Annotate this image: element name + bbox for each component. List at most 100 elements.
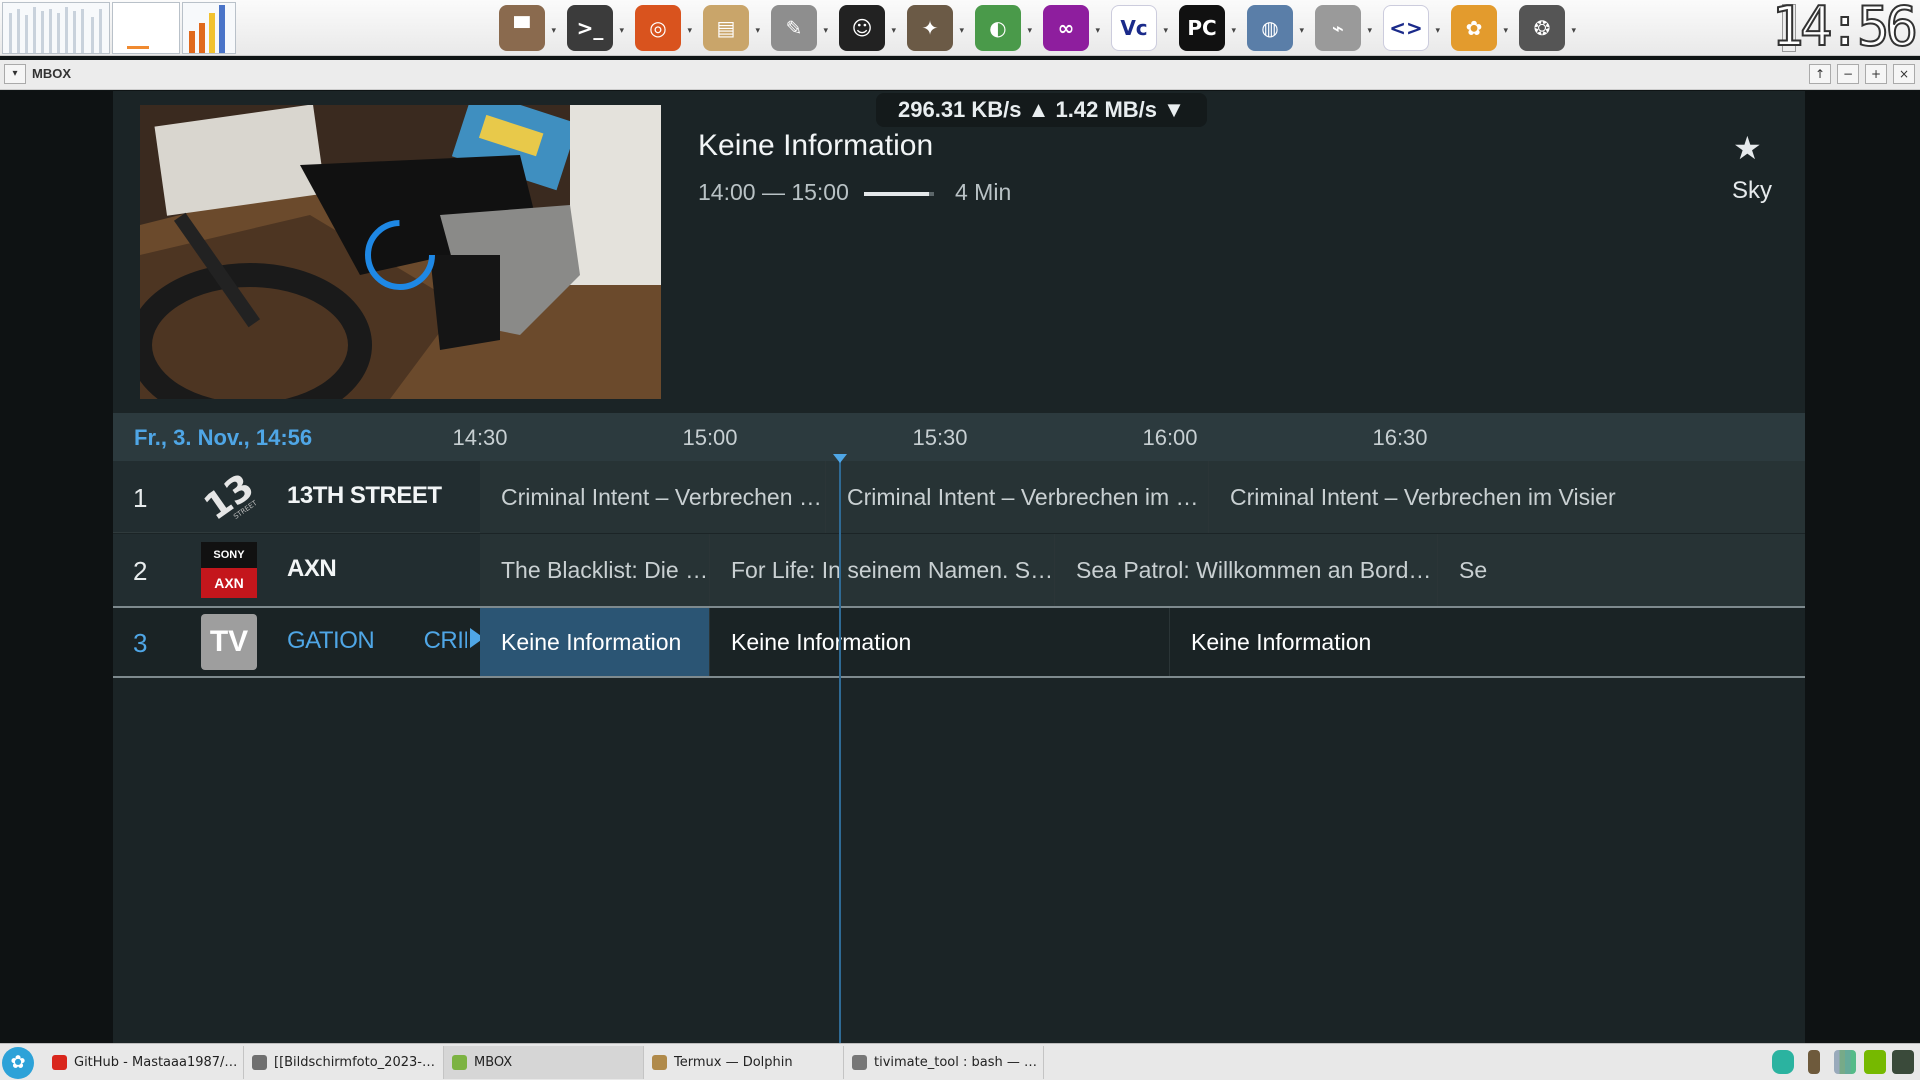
chevron-down-icon[interactable]: ▾ <box>1571 26 1576 36</box>
program-cell[interactable]: Keine Information <box>710 608 1170 676</box>
program-cell[interactable]: Sea Patrol: Willkommen an Bord. S1 E1 <box>1055 534 1438 606</box>
program-remaining: 4 Min <box>955 179 1012 205</box>
program-cell[interactable]: Se <box>1438 534 1805 606</box>
window-close-button[interactable]: × <box>1893 64 1915 84</box>
program-cell[interactable]: Keine Information <box>1170 608 1805 676</box>
time-tick: 16:30 <box>1372 425 1428 450</box>
channel-logo-tv: TV <box>201 614 257 670</box>
launcher-item[interactable]: <> ▾ <box>1372 2 1440 54</box>
start-menu-button[interactable]: ✿ <box>2 1047 34 1079</box>
terminal-icon <box>852 1055 867 1070</box>
program-progress-fill <box>864 192 930 196</box>
task-label: Termux — Dolphin <box>674 1055 793 1070</box>
program-cell[interactable]: Criminal Intent – Verbrechen im Visier: … <box>826 461 1209 533</box>
time-tick: 16:00 <box>1142 425 1198 450</box>
window-titlebar: ▾ MBOX ↑ − + × <box>0 60 1920 90</box>
program-cell-selected[interactable]: Keine Information <box>480 608 710 676</box>
network-graph <box>182 2 236 54</box>
window-menu-button[interactable]: ▾ <box>4 64 26 84</box>
launcher-item[interactable]: Vc ▾ <box>1100 2 1168 54</box>
program-cell[interactable]: Criminal Intent – Verbrechen im Visier <box>1209 461 1805 533</box>
program-cell[interactable]: Criminal Intent – Verbrechen im Visier: … <box>480 461 826 533</box>
film-reel-icon: ❂ <box>1519 5 1565 51</box>
tray-display-icon[interactable] <box>1892 1050 1914 1074</box>
code-icon: <> <box>1383 5 1429 51</box>
task-button[interactable]: [[Bildschirmfoto_2023-11… <box>244 1046 444 1079</box>
infinity-icon: ∞ <box>1043 5 1089 51</box>
star-icon[interactable]: ★ <box>1733 129 1762 167</box>
launcher-item[interactable]: ✿ ▾ <box>1440 2 1508 54</box>
mascot-icon: ✿ <box>1451 5 1497 51</box>
window-minimize-button[interactable]: − <box>1837 64 1859 84</box>
taskbar: ✿ GitHub - Mastaaa1987/va… [[Bildschirmf… <box>0 1043 1920 1080</box>
current-time-marker <box>833 454 847 463</box>
logo-text-top: SONY <box>201 542 257 568</box>
browser-icon <box>52 1055 67 1070</box>
tray-network-icon[interactable] <box>1834 1050 1856 1074</box>
folder-icon <box>652 1055 667 1070</box>
android-icon <box>452 1055 467 1070</box>
guide-date: Fr., 3. Nov., 14:56 <box>134 425 313 450</box>
channel-row-selected[interactable]: 3 TV GATION CRIME Keine Information Kein… <box>113 606 1805 678</box>
time-tick: 14:30 <box>452 425 508 450</box>
vnc-icon: Vc <box>1111 5 1157 51</box>
disk-icon: ◎ <box>635 5 681 51</box>
program-cell[interactable]: The Blacklist: Die Fron… <box>480 534 710 606</box>
launcher-item[interactable]: ❂ ▾ <box>1508 2 1576 54</box>
favorite-group-label[interactable]: Sky <box>1732 177 1772 205</box>
time-header: Fr., 3. Nov., 14:56 14:30 15:00 15:30 16… <box>113 413 1805 461</box>
launcher-item[interactable]: ▀ ▾ <box>488 2 556 54</box>
launcher-item[interactable]: ∞ ▾ <box>1032 2 1100 54</box>
window-maximize-button[interactable]: + <box>1865 64 1887 84</box>
tray-nvidia-icon[interactable] <box>1864 1050 1886 1074</box>
terminal-icon: >_ <box>567 5 613 51</box>
channel-row[interactable]: 1 13 STREET 13TH STREET Criminal Intent … <box>113 461 1805 533</box>
program-progress-bar <box>864 192 934 196</box>
launcher-item[interactable]: PC ▾ <box>1168 2 1236 54</box>
file-manager-icon: ▀ <box>499 5 545 51</box>
tray-status-icon[interactable] <box>1772 1050 1794 1074</box>
memory-graph <box>112 2 180 54</box>
tv-guide: 296.31 KB/s ▲ 1.42 MB/s ▼ Keine Informat… <box>113 91 1805 1043</box>
channel-name: GATION CRIME <box>287 627 467 654</box>
channel-name-marquee: GATION CRIME <box>287 608 467 676</box>
penguin-icon: ☺ <box>839 5 885 51</box>
time-tick: 15:30 <box>912 425 968 450</box>
task-button[interactable]: GitHub - Mastaaa1987/va… <box>44 1046 244 1079</box>
task-label: [[Bildschirmfoto_2023-11… <box>274 1055 444 1070</box>
launcher-item[interactable]: ◎ ▾ <box>624 2 692 54</box>
launcher-item[interactable]: ☺ ▾ <box>828 2 896 54</box>
video-frame-image <box>140 105 661 399</box>
channel-logo-13th-street: 13 STREET <box>197 466 262 528</box>
launcher-item[interactable]: ▤ ▾ <box>692 2 760 54</box>
pycharm-icon: PC <box>1179 5 1225 51</box>
clock[interactable]: 14:56 <box>1770 0 1919 55</box>
launcher-item[interactable]: ✦ ▾ <box>896 2 964 54</box>
task-button[interactable]: Termux — Dolphin <box>644 1046 844 1079</box>
task-button[interactable]: tivimate_tool : bash — Ko… <box>844 1046 1044 1079</box>
gimp-icon: ✦ <box>907 5 953 51</box>
task-label: GitHub - Mastaaa1987/va… <box>74 1055 244 1070</box>
launcher-item[interactable]: ◐ ▾ <box>964 2 1032 54</box>
system-monitor[interactable] <box>2 2 238 54</box>
program-cell[interactable]: For Life: In seinem Namen. S2 E7 <box>710 534 1055 606</box>
launcher-item[interactable]: ✎ ▾ <box>760 2 828 54</box>
logo-text-bottom: AXN <box>201 568 257 598</box>
window-shade-button[interactable]: ↑ <box>1809 64 1831 84</box>
launcher-item[interactable]: ⌁ ▾ <box>1304 2 1372 54</box>
tray-battery-icon[interactable] <box>1808 1050 1820 1074</box>
network-speed: 296.31 KB/s ▲ 1.42 MB/s ▼ <box>876 93 1207 127</box>
network-globe-icon: ◍ <box>1247 5 1293 51</box>
channel-name: AXN <box>287 555 337 582</box>
app-window: 296.31 KB/s ▲ 1.42 MB/s ▼ Keine Informat… <box>0 91 1920 1043</box>
video-preview[interactable] <box>140 105 661 399</box>
channel-row[interactable]: 2 SONY AXN AXN The Blacklist: Die Fron… … <box>113 534 1805 606</box>
top-dock: ▀ ▾ >_ ▾ ◎ ▾ ▤ ▾ ✎ ▾ ☺ ▾ ✦ ▾ ◐ ▾ ∞ ▾ Vc ▾ PC ▾ ◍ ▾ ⌁ ▾ <> ▾ ✿ ▾ ❂ ▾ 14:… <box>0 0 1920 56</box>
task-button-active[interactable]: MBOX <box>444 1046 644 1079</box>
cpu-graph <box>2 2 110 54</box>
launcher-item[interactable]: >_ ▾ <box>556 2 624 54</box>
channel-number: 1 <box>133 483 148 513</box>
launcher-item[interactable]: ◍ ▾ <box>1236 2 1304 54</box>
current-time-line <box>839 461 841 1043</box>
channel-name: 13TH STREET <box>287 482 442 509</box>
